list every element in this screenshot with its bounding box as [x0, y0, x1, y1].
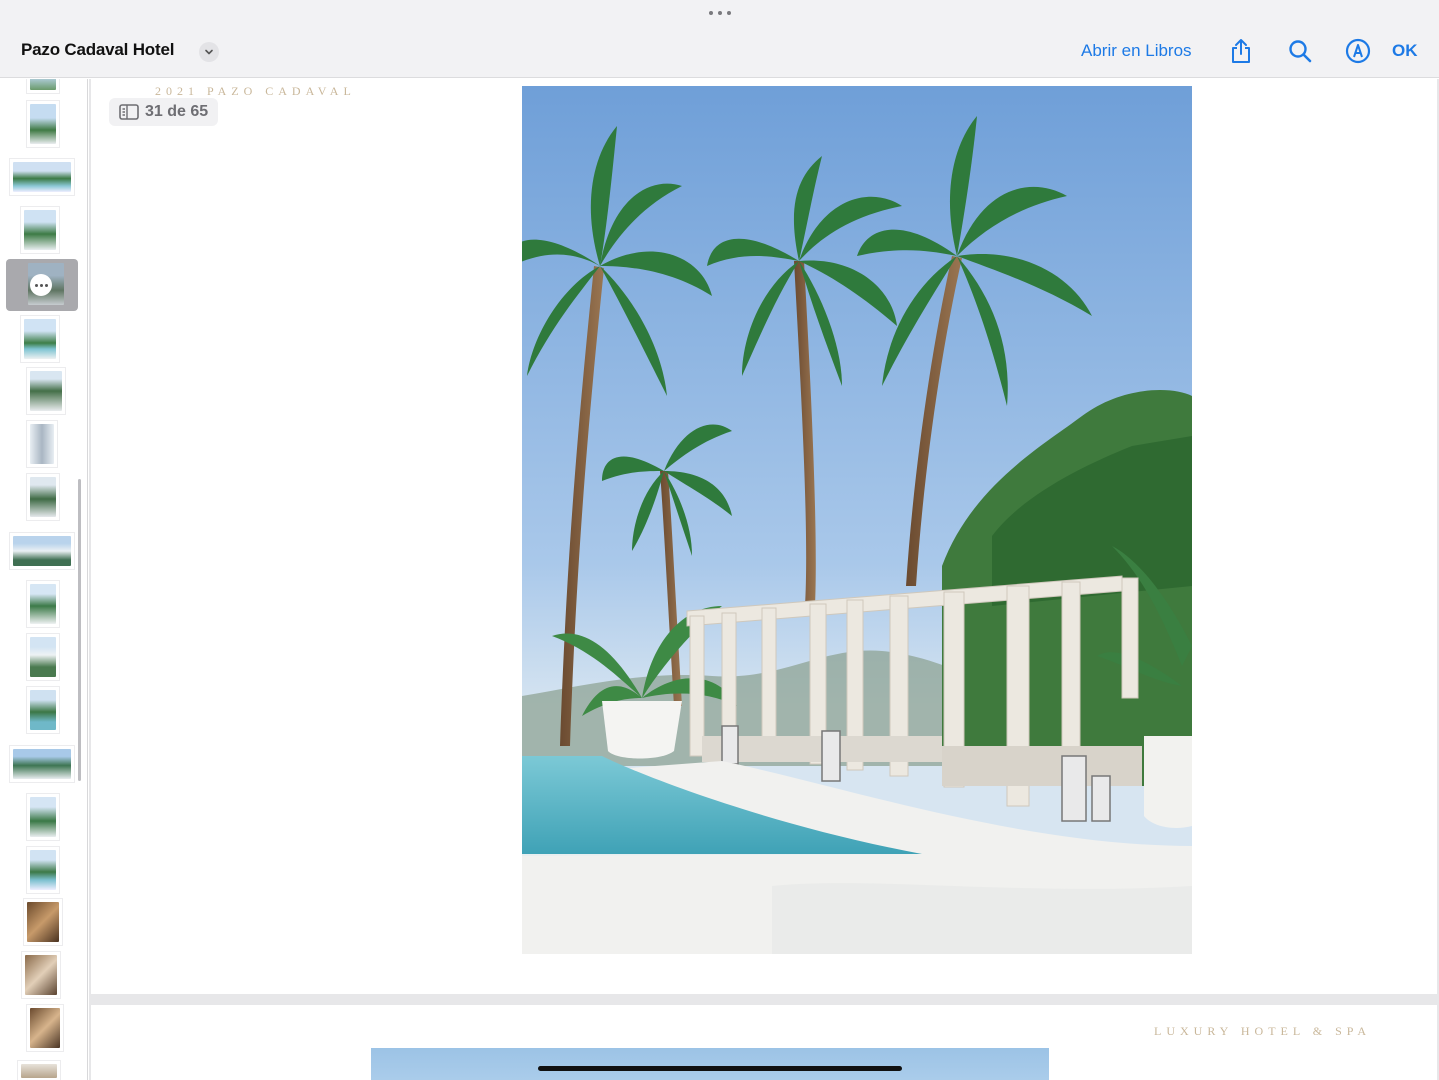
- document-viewer[interactable]: 2021 PAZO CADAVAL 31 de 65 LUXURY HOTEL …: [89, 79, 1439, 1080]
- page-thumbnail[interactable]: [27, 79, 59, 93]
- next-page-header-text: LUXURY HOTEL & SPA: [1154, 1024, 1372, 1038]
- page-thumbnail[interactable]: [27, 368, 65, 414]
- page-thumbnail[interactable]: [27, 581, 59, 627]
- page-thumbnail[interactable]: [21, 316, 59, 362]
- next-page-photo: [371, 1048, 1049, 1080]
- done-button[interactable]: OK: [1392, 41, 1418, 61]
- page-thumbnail[interactable]: [18, 1061, 60, 1080]
- page-thumbnail[interactable]: [27, 421, 57, 467]
- open-in-books-button[interactable]: Abrir en Libros: [1081, 41, 1192, 61]
- top-toolbar: Pazo Cadaval Hotel Abrir en Libros OK: [0, 0, 1439, 78]
- document-title[interactable]: Pazo Cadaval Hotel: [21, 40, 174, 60]
- page-indicator[interactable]: 31 de 65: [109, 98, 219, 126]
- page-thumbnail[interactable]: [27, 634, 59, 680]
- more-options-icon[interactable]: [30, 274, 52, 296]
- page-thumbnail-sidebar[interactable]: [0, 79, 88, 1080]
- page-header-text: 2021 PAZO CADAVAL: [155, 84, 356, 98]
- page-thumbnail[interactable]: [27, 474, 59, 520]
- page-thumbnail[interactable]: [24, 899, 62, 945]
- home-indicator[interactable]: [538, 1066, 902, 1071]
- page-thumbnail-selected[interactable]: [6, 259, 78, 311]
- search-icon[interactable]: [1285, 36, 1315, 66]
- sidebar-toggle-icon: [119, 104, 139, 120]
- share-icon[interactable]: [1226, 36, 1256, 66]
- page-thumbnail[interactable]: [27, 687, 59, 733]
- page-thumbnail[interactable]: [10, 159, 74, 195]
- document-page: 2021 PAZO CADAVAL 31 de 65: [91, 79, 1437, 994]
- page-thumbnail[interactable]: [10, 746, 74, 782]
- multitasking-dots-icon[interactable]: [706, 6, 734, 20]
- markup-icon[interactable]: [1343, 36, 1373, 66]
- page-thumbnail[interactable]: [27, 847, 59, 893]
- page-thumbnail[interactable]: [22, 952, 60, 998]
- page-thumbnail[interactable]: [27, 1005, 63, 1051]
- sidebar-scrollbar[interactable]: [78, 479, 81, 781]
- pool-palm-trees-photo: [522, 86, 1192, 954]
- page-thumbnail[interactable]: [27, 101, 59, 147]
- page-thumbnail[interactable]: [27, 794, 59, 840]
- page-thumbnail[interactable]: [21, 207, 59, 253]
- page-thumbnail[interactable]: [10, 533, 74, 569]
- chevron-down-icon[interactable]: [199, 42, 219, 62]
- page-indicator-label: 31 de 65: [145, 103, 209, 120]
